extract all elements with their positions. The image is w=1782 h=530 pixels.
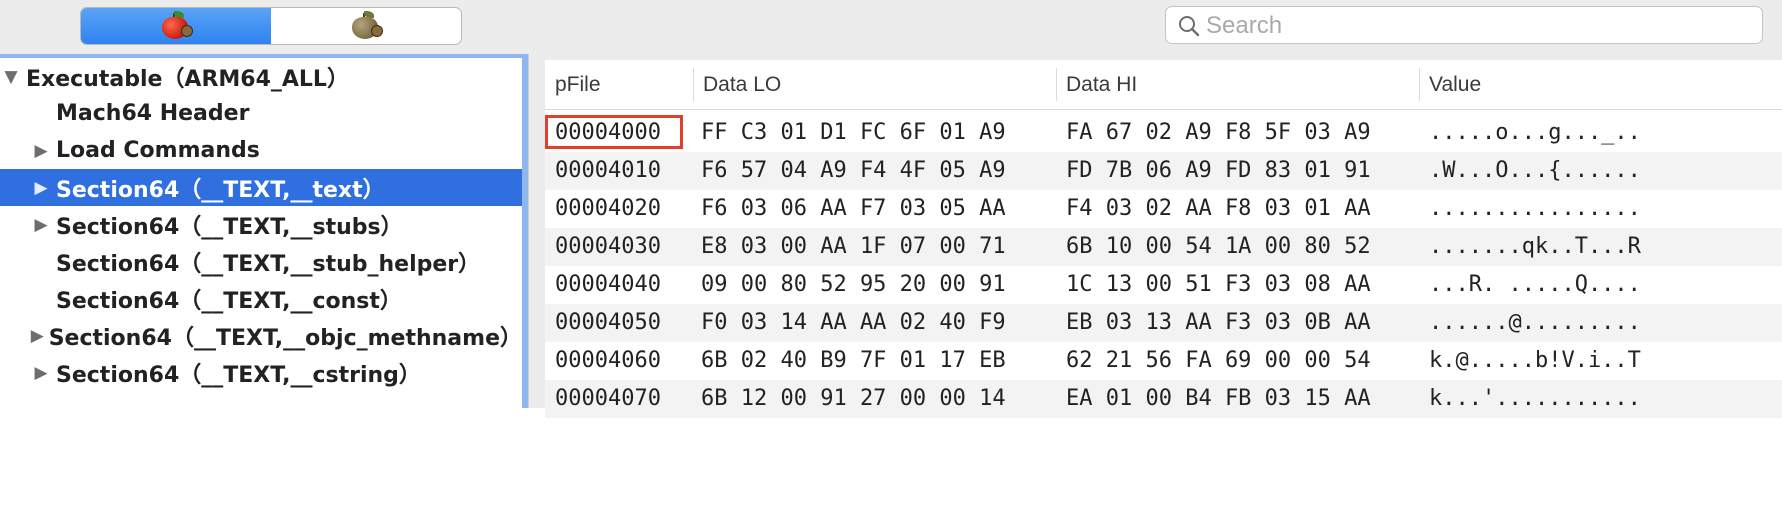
data-lo-cell: E8 03 00 AA 1F 07 00 71 — [701, 234, 1006, 259]
tree-item-section-stubs[interactable]: ▶ Section64（__TEXT,__stubs） — [0, 206, 522, 243]
tree-item-label: Load Commands — [56, 138, 260, 163]
table-row[interactable]: 00004030 E8 03 00 AA 1F 07 00 71 6B 10 0… — [545, 228, 1782, 266]
data-lo-cell: F0 03 14 AA AA 02 40 F9 — [701, 310, 1006, 335]
pfile-cell: 00004020 — [555, 196, 661, 221]
pfile-cell: 00004070 — [555, 386, 661, 411]
tree-item-label: Section64（__TEXT,__stub_helper） — [56, 251, 481, 277]
hex-table[interactable]: pFile Data LO Data HI Value 00004000 FF … — [545, 60, 1782, 418]
tree-item-load-commands[interactable]: ▶ Load Commands — [0, 132, 522, 169]
split-view-divider[interactable] — [528, 54, 546, 408]
pfile-cell: 00004010 — [555, 158, 661, 183]
disclosure-collapsed-icon[interactable]: ▶ — [30, 326, 45, 346]
table-row[interactable]: 00004040 09 00 80 52 95 20 00 91 1C 13 0… — [545, 266, 1782, 304]
table-row[interactable]: 00004010 F6 57 04 A9 F4 4F 05 A9 FD 7B 0… — [545, 152, 1782, 190]
value-cell: .W...O...{...... — [1429, 158, 1641, 183]
table-header: pFile Data LO Data HI Value — [545, 60, 1782, 110]
value-cell: k.@.....b!V.i..T — [1429, 348, 1641, 373]
data-lo-cell: F6 03 06 AA F7 03 05 AA — [701, 196, 1006, 221]
search-input[interactable] — [1204, 9, 1758, 43]
table-row[interactable]: 00004020 F6 03 06 AA F7 03 05 AA F4 03 0… — [545, 190, 1782, 228]
value-cell: .......qk..T...R — [1429, 234, 1641, 259]
disclosure-expanded-icon[interactable]: ▼ — [0, 67, 22, 87]
search-field[interactable] — [1165, 6, 1763, 44]
tree-item-label: Section64（__TEXT,__cstring） — [56, 362, 421, 388]
column-header-pfile[interactable]: pFile — [545, 60, 693, 109]
data-lo-cell: 6B 12 00 91 27 00 00 14 — [701, 386, 1006, 411]
value-cell: ......@......... — [1429, 310, 1641, 335]
gray-apple-icon — [349, 11, 383, 41]
toolbar — [0, 0, 1782, 61]
data-lo-cell: 09 00 80 52 95 20 00 91 — [701, 272, 1006, 297]
disclosure-collapsed-icon[interactable]: ▶ — [30, 363, 52, 383]
pfile-cell: 00004060 — [555, 348, 661, 373]
tree-item-section-objc-methname[interactable]: ▶ Section64（__TEXT,__objc_methname） — [0, 317, 522, 354]
data-hi-cell: 6B 10 00 54 1A 00 80 52 — [1066, 234, 1371, 259]
table-row[interactable]: 00004070 6B 12 00 91 27 00 00 14 EA 01 0… — [545, 380, 1782, 418]
disclosure-collapsed-icon[interactable]: ▶ — [30, 141, 52, 161]
data-lo-cell: F6 57 04 A9 F4 4F 05 A9 — [701, 158, 1006, 183]
table-row[interactable]: 00004000 FF C3 01 D1 FC 6F 01 A9 FA 67 0… — [545, 114, 1782, 152]
search-icon — [1179, 16, 1200, 37]
pfile-cell: 00004030 — [555, 234, 661, 259]
view-mode-segmented-control[interactable] — [80, 7, 462, 45]
rva-view-button[interactable] — [271, 8, 461, 44]
tree-item-label: Executable（ARM64_ALL） — [26, 66, 349, 92]
disclosure-collapsed-icon[interactable]: ▶ — [30, 215, 52, 235]
tree-item-section-text[interactable]: ▶ Section64（__TEXT,__text） — [0, 169, 522, 206]
pfile-cell: 00004050 — [555, 310, 661, 335]
value-cell: .....o...g..._.. — [1429, 120, 1641, 145]
tree-item-section-stub-helper[interactable]: ▶ Section64（__TEXT,__stub_helper） — [0, 243, 522, 280]
table-row[interactable]: 00004050 F0 03 14 AA AA 02 40 F9 EB 03 1… — [545, 304, 1782, 342]
red-apple-icon — [159, 11, 193, 41]
tree-item-label: Section64（__TEXT,__const） — [56, 288, 402, 314]
data-hi-cell: F4 03 02 AA F8 03 01 AA — [1066, 196, 1371, 221]
data-hi-cell: EB 03 13 AA F3 03 0B AA — [1066, 310, 1371, 335]
disclosure-collapsed-icon[interactable]: ▶ — [30, 178, 52, 198]
table-row[interactable]: 00004060 6B 02 40 B9 7F 01 17 EB 62 21 5… — [545, 342, 1782, 380]
data-lo-cell: 6B 02 40 B9 7F 01 17 EB — [701, 348, 1006, 373]
data-hi-cell: 1C 13 00 51 F3 03 08 AA — [1066, 272, 1371, 297]
data-hi-cell: FD 7B 06 A9 FD 83 01 91 — [1066, 158, 1371, 183]
data-hi-cell: FA 67 02 A9 F8 5F 03 A9 — [1066, 120, 1371, 145]
tree-item-section-cstring[interactable]: ▶ Section64（__TEXT,__cstring） — [0, 354, 522, 391]
structure-tree[interactable]: ▼ Executable（ARM64_ALL） ▶ Mach64 Header … — [0, 54, 528, 408]
tree-item-label: Section64（__TEXT,__text） — [56, 177, 385, 203]
highlight-box — [545, 115, 683, 149]
tree-item-mach64-header[interactable]: ▶ Mach64 Header — [0, 95, 522, 132]
value-cell: ................ — [1429, 196, 1641, 221]
column-header-data-lo[interactable]: Data LO — [693, 60, 1056, 109]
value-cell: ...R. .....Q.... — [1429, 272, 1641, 297]
data-hi-cell: EA 01 00 B4 FB 03 15 AA — [1066, 386, 1371, 411]
tree-item-label: Mach64 Header — [56, 101, 250, 126]
data-lo-cell: FF C3 01 D1 FC 6F 01 A9 — [701, 120, 1006, 145]
tree-item-label: Section64（__TEXT,__objc_methname） — [48, 325, 522, 351]
tree-item-label: Section64（__TEXT,__stubs） — [56, 214, 403, 240]
column-header-data-hi[interactable]: Data HI — [1056, 60, 1419, 109]
value-cell: k...'........... — [1429, 386, 1641, 411]
data-hi-cell: 62 21 56 FA 69 00 00 54 — [1066, 348, 1371, 373]
pfile-cell: 00004040 — [555, 272, 661, 297]
tree-item-executable[interactable]: ▼ Executable（ARM64_ALL） — [0, 58, 522, 95]
column-header-value[interactable]: Value — [1419, 60, 1779, 109]
tree-item-section-const[interactable]: ▶ Section64（__TEXT,__const） — [0, 280, 522, 317]
raw-view-button[interactable] — [81, 8, 271, 44]
